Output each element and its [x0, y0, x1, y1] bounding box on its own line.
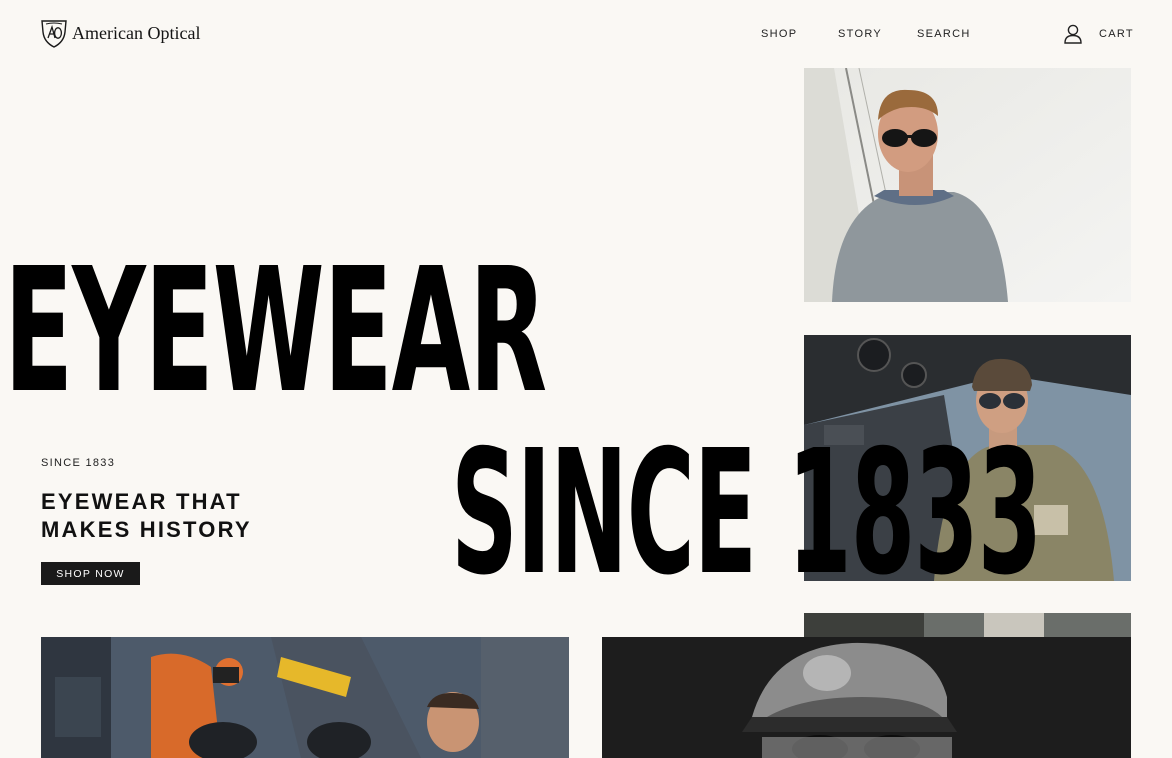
hero-tagline-line-2: MAKES HISTORY: [41, 517, 252, 542]
user-icon[interactable]: [1063, 23, 1083, 45]
hero-headline-eyewear: EYEWEAR: [4, 232, 547, 432]
hero-photo-sailing-man: [804, 68, 1131, 302]
shop-now-button[interactable]: SHOP NOW: [41, 562, 140, 585]
feature-photo-astronauts[interactable]: [41, 637, 569, 758]
hero-tagline-line-1: EYEWEAR THAT: [41, 489, 242, 514]
nav-shop-link[interactable]: SHOP: [761, 28, 797, 40]
nav-search-link[interactable]: SEARCH: [917, 28, 971, 40]
hero-photo-pilot: [804, 335, 1131, 581]
hero-eyebrow: SINCE 1833: [41, 457, 116, 469]
nav-cart-link[interactable]: CART: [1099, 28, 1134, 40]
brand-logo[interactable]: American Optical: [40, 18, 200, 48]
hero-tagline: EYEWEAR THAT MAKES HISTORY: [41, 488, 252, 544]
site-header: American Optical SHOP STORY SEARCH CART: [0, 0, 1172, 68]
ao-shield-icon: [41, 20, 67, 48]
feature-photo-general[interactable]: [602, 637, 1131, 758]
nav-story-link[interactable]: STORY: [838, 28, 882, 40]
brand-name: American Optical: [72, 22, 201, 43]
